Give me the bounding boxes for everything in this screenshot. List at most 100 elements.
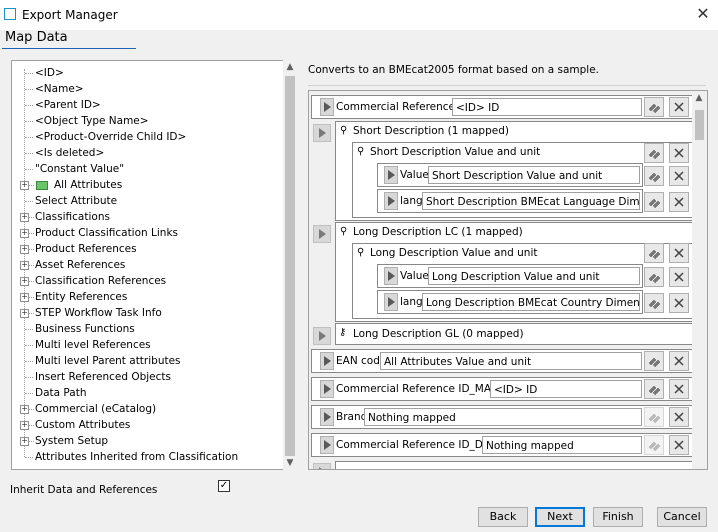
close-icon[interactable]: ✕ — [694, 5, 712, 23]
tree-item[interactable]: Select Attribute — [12, 193, 282, 209]
remove-icon[interactable] — [669, 407, 689, 427]
tree-item[interactable]: <Product-Override Child ID> — [12, 129, 282, 145]
expand-plus-icon[interactable]: + — [20, 277, 29, 286]
expand-plus-icon[interactable]: + — [20, 437, 29, 446]
section-title: Map Data — [5, 30, 68, 45]
expand-plus-icon[interactable]: + — [20, 213, 29, 222]
link-icon[interactable] — [644, 166, 664, 186]
mapping-scroll-thumb[interactable] — [695, 110, 704, 140]
tree-item[interactable]: <Object Type Name> — [12, 113, 282, 129]
expand-plus-icon[interactable]: + — [20, 309, 29, 318]
mapping-scrollbar[interactable] — [692, 91, 707, 469]
mapping-row: lang Short Description BMEcat Language D… — [377, 189, 643, 213]
expand-triangle-icon[interactable] — [313, 327, 331, 345]
mapping-row: Brand Nothing mapped — [311, 405, 693, 429]
tree-item[interactable]: Multi level Parent attributes — [12, 353, 282, 369]
pin-icon: ⚲ — [357, 146, 365, 157]
link-icon[interactable] — [644, 267, 664, 287]
tree-item[interactable]: Multi level References — [12, 337, 282, 353]
scroll-down-icon[interactable]: ▼ — [283, 458, 297, 468]
remove-icon[interactable] — [669, 97, 689, 117]
remove-icon[interactable] — [669, 243, 689, 263]
tree-item[interactable]: <Is deleted> — [12, 145, 282, 161]
expand-plus-icon[interactable]: + — [20, 293, 29, 302]
remove-icon[interactable] — [669, 143, 689, 163]
tree-item[interactable]: Insert Referenced Objects — [12, 369, 282, 385]
mapping-field[interactable]: Nothing mapped — [364, 408, 642, 426]
tree-item[interactable]: + All Attributes — [12, 177, 282, 193]
remove-icon[interactable] — [669, 379, 689, 399]
expand-triangle-icon[interactable] — [313, 124, 331, 142]
expand-plus-icon[interactable]: + — [20, 245, 29, 254]
tree-item[interactable]: + Product References — [12, 241, 282, 257]
tree-item[interactable]: + Custom Attributes — [12, 417, 282, 433]
expand-plus-icon[interactable]: + — [20, 229, 29, 238]
tree-item[interactable]: <Name> — [12, 81, 282, 97]
back-button[interactable]: Back — [478, 507, 528, 527]
link-icon[interactable] — [644, 407, 664, 427]
tree-item[interactable]: + Asset References — [12, 257, 282, 273]
scroll-up-icon[interactable]: ▲ — [692, 93, 706, 103]
tree-item[interactable]: "Constant Value" — [12, 161, 282, 177]
mapping-field[interactable]: Long Description Value and unit — [428, 267, 640, 285]
mapping-field[interactable]: Short Description BMEcat Language Dimens… — [422, 192, 640, 210]
next-button[interactable]: Next — [535, 507, 585, 527]
tree-item[interactable]: + Classification References — [12, 273, 282, 289]
tree-item[interactable]: + Commercial (eCatalog) — [12, 401, 282, 417]
expand-plus-icon[interactable]: + — [20, 421, 29, 430]
expand-plus-icon[interactable]: + — [20, 405, 29, 414]
expand-triangle-icon[interactable] — [320, 98, 334, 116]
expand-triangle-icon[interactable] — [313, 463, 331, 469]
link-icon[interactable] — [644, 243, 664, 263]
expand-triangle-icon[interactable] — [384, 192, 398, 210]
remove-icon[interactable] — [669, 267, 689, 287]
mapping-field[interactable]: Nothing mapped — [482, 436, 642, 454]
tree-item[interactable]: + System Setup — [12, 433, 282, 449]
tree-item[interactable]: <ID> — [12, 65, 282, 81]
remove-icon[interactable] — [669, 351, 689, 371]
tree-item[interactable]: Business Functions — [12, 321, 282, 337]
inherit-checkbox[interactable]: ✓ — [218, 480, 230, 492]
link-icon[interactable] — [644, 293, 664, 313]
link-icon[interactable] — [644, 435, 664, 455]
tree-item-label: <Product-Override Child ID> — [35, 131, 187, 143]
mapping-field[interactable]: Short Description Value and unit — [428, 166, 640, 184]
expand-triangle-icon[interactable] — [320, 408, 334, 426]
link-icon[interactable] — [644, 192, 664, 212]
tree-item[interactable]: + Product Classification Links — [12, 225, 282, 241]
link-icon[interactable] — [644, 97, 664, 117]
expand-plus-icon[interactable]: + — [20, 261, 29, 270]
remove-icon[interactable] — [669, 435, 689, 455]
tree-item[interactable]: + Classifications — [12, 209, 282, 225]
expand-triangle-icon[interactable] — [320, 380, 334, 398]
remove-icon[interactable] — [669, 293, 689, 313]
expand-triangle-icon[interactable] — [384, 293, 398, 311]
mapping-field[interactable]: All Attributes Value and unit — [380, 352, 642, 370]
row-label: Brand — [336, 411, 368, 423]
expand-triangle-icon[interactable] — [313, 225, 331, 243]
expand-plus-icon[interactable]: + — [20, 181, 29, 190]
tree-scroll-thumb[interactable] — [285, 76, 295, 456]
expand-triangle-icon[interactable] — [384, 267, 398, 285]
tree-item[interactable]: + Entity References — [12, 289, 282, 305]
link-icon[interactable] — [644, 351, 664, 371]
mapping-field[interactable]: <ID> ID — [452, 98, 642, 116]
tree-item[interactable]: <Parent ID> — [12, 97, 282, 113]
tree-item[interactable]: Attributes Inherited from Classification — [12, 449, 282, 465]
mapping-field[interactable]: Long Description BMEcat Country Dimensio… — [422, 293, 640, 311]
expand-triangle-icon[interactable] — [320, 352, 334, 370]
expand-triangle-icon[interactable] — [384, 166, 398, 184]
cancel-button[interactable]: Cancel — [657, 507, 707, 527]
link-icon[interactable] — [644, 379, 664, 399]
attribute-tree[interactable]: <ID> <Name> <Parent ID> <Object Type Name> <… — [11, 60, 297, 470]
scroll-up-icon[interactable]: ▲ — [283, 62, 297, 72]
tree-item[interactable]: + STEP Workflow Task Info — [12, 305, 282, 321]
finish-button[interactable]: Finish — [593, 507, 643, 527]
expand-triangle-icon[interactable] — [320, 436, 334, 454]
remove-icon[interactable] — [669, 166, 689, 186]
remove-icon[interactable] — [669, 192, 689, 212]
tree-connector — [25, 89, 33, 90]
tree-item[interactable]: Data Path — [12, 385, 282, 401]
link-icon[interactable] — [644, 143, 664, 163]
mapping-field[interactable]: <ID> ID — [490, 380, 642, 398]
